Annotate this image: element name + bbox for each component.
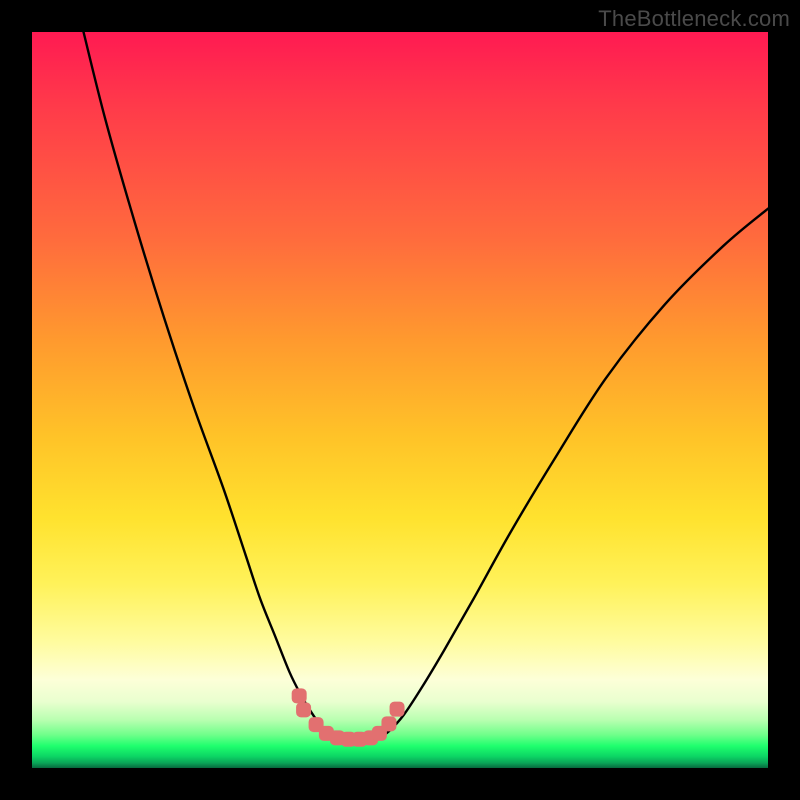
right-curve [378, 209, 768, 739]
watermark-text: TheBottleneck.com [598, 6, 790, 32]
left-curve [84, 32, 334, 739]
plot-area [32, 32, 768, 768]
trough-markers [292, 688, 405, 746]
curve-layer [32, 32, 768, 768]
trough-marker [296, 702, 311, 717]
trough-marker [292, 688, 307, 703]
trough-marker [381, 716, 396, 731]
chart-frame: TheBottleneck.com [0, 0, 800, 800]
trough-marker [390, 702, 405, 717]
